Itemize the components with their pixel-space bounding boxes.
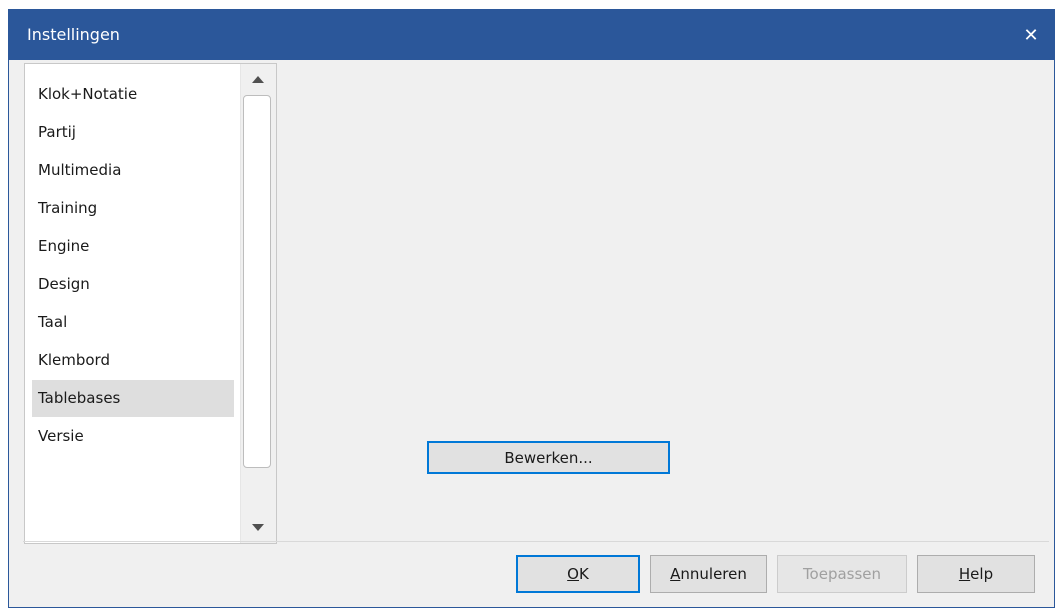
close-icon: ✕ — [1023, 24, 1039, 45]
category-item-training[interactable]: Training — [32, 190, 234, 227]
apply-label: Toepassen — [802, 565, 882, 583]
scroll-down-button[interactable] — [243, 513, 272, 541]
apply-button[interactable]: Toepassen — [777, 555, 907, 593]
category-item-design[interactable]: Design — [32, 266, 234, 303]
category-item-partij[interactable]: Partij — [32, 114, 234, 151]
settings-dialog: Instellingen ✕ Klok+Notatie Partij Multi… — [8, 9, 1055, 608]
ok-button[interactable]: OK — [516, 555, 640, 593]
category-item-multimedia[interactable]: Multimedia — [32, 152, 234, 189]
scroll-down-icon — [251, 524, 264, 531]
close-button[interactable]: ✕ — [1008, 10, 1054, 60]
cancel-label-rest: nnuleren — [680, 565, 747, 583]
help-label-rest: elp — [970, 565, 994, 583]
window-title: Instellingen — [27, 25, 120, 44]
category-item-versie[interactable]: Versie — [32, 418, 234, 455]
category-item-engine[interactable]: Engine — [32, 228, 234, 265]
ok-mnemonic: O — [567, 565, 579, 583]
edit-tablebases-button[interactable]: Bewerken... — [427, 441, 670, 474]
scroll-up-button[interactable] — [243, 66, 272, 94]
category-scrollbar[interactable] — [240, 64, 276, 543]
category-item-klok-notatie[interactable]: Klok+Notatie — [32, 76, 234, 113]
cancel-button[interactable]: Annuleren — [650, 555, 767, 593]
help-button[interactable]: Help — [917, 555, 1035, 593]
scroll-up-icon — [251, 76, 264, 83]
cancel-mnemonic: A — [670, 565, 681, 583]
category-items: Klok+Notatie Partij Multimedia Training … — [25, 64, 239, 543]
category-list: Klok+Notatie Partij Multimedia Training … — [24, 63, 277, 544]
title-bar: Instellingen ✕ — [9, 10, 1054, 60]
scroll-thumb[interactable] — [243, 95, 271, 468]
category-item-taal[interactable]: Taal — [32, 304, 234, 341]
footer-separator — [23, 541, 1049, 542]
category-item-tablebases[interactable]: Tablebases — [32, 380, 234, 417]
ok-label-rest: K — [578, 565, 589, 583]
category-item-klembord[interactable]: Klembord — [32, 342, 234, 379]
help-mnemonic: H — [958, 565, 971, 583]
